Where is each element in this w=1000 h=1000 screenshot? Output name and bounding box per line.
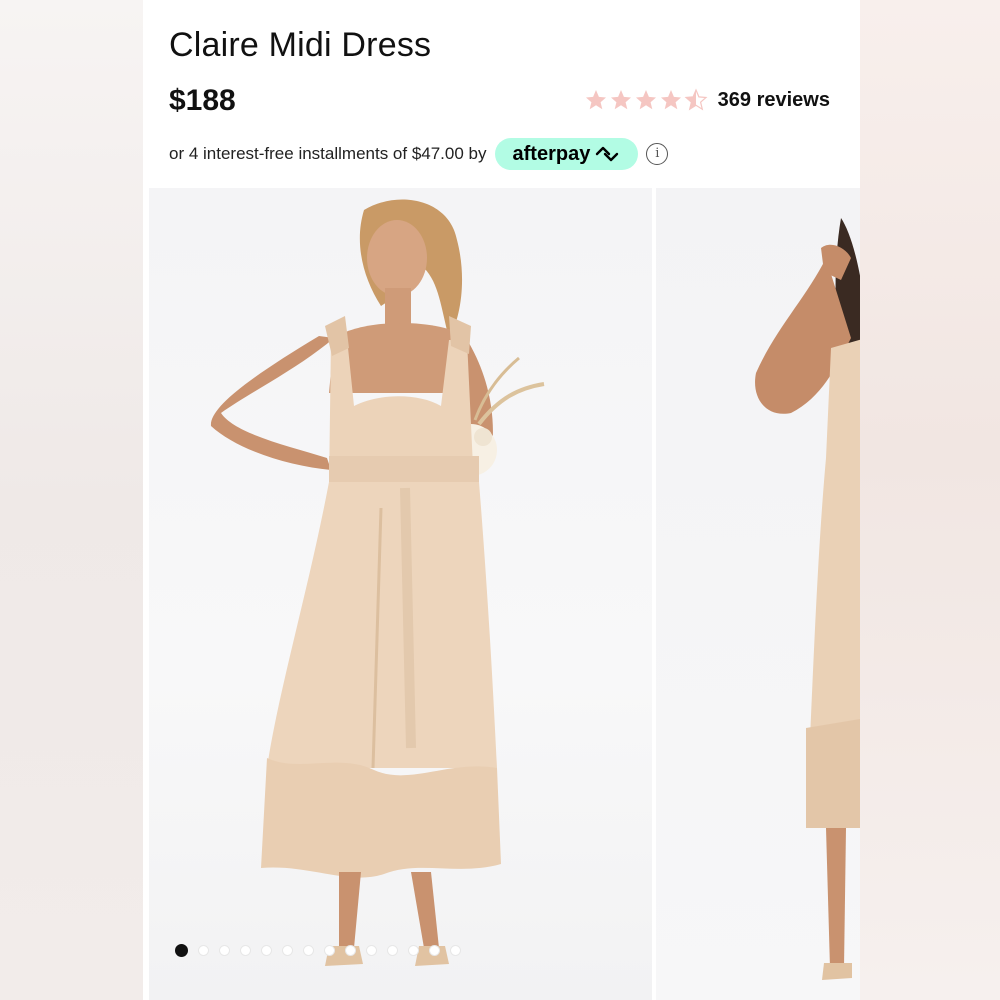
half-star-icon xyxy=(684,88,708,111)
blurred-background-right xyxy=(860,0,1000,1000)
product-photo-side[interactable] xyxy=(656,188,860,1000)
rating-summary[interactable]: 369 reviews xyxy=(584,88,830,112)
carousel-dot[interactable] xyxy=(261,945,272,956)
star-icon xyxy=(660,90,681,110)
product-page: Claire Midi Dress $188 369 reviews or 4 … xyxy=(143,0,860,1000)
carousel-dot[interactable] xyxy=(175,944,188,957)
afterpay-message: or 4 interest-free installments of $47.0… xyxy=(169,138,669,170)
carousel-pagination xyxy=(175,944,461,957)
carousel-dot[interactable] xyxy=(240,945,251,956)
model-in-dress-illustration xyxy=(210,199,545,966)
carousel-dot[interactable] xyxy=(387,945,398,956)
model-side-view-illustration xyxy=(755,218,860,980)
afterpay-badge[interactable]: afterpay xyxy=(494,138,639,170)
product-photo-front[interactable] xyxy=(149,188,652,1000)
blurred-background-left xyxy=(0,0,143,1000)
installments-text: or 4 interest-free installments of $47.0… xyxy=(169,144,487,163)
product-price: $188 xyxy=(169,84,236,117)
carousel-dot[interactable] xyxy=(345,945,356,956)
star-icon xyxy=(610,90,631,110)
star-rating xyxy=(584,88,708,112)
carousel-dot[interactable] xyxy=(366,945,377,956)
reviews-link[interactable]: 369 reviews xyxy=(718,89,830,112)
carousel-dot[interactable] xyxy=(219,945,230,956)
carousel-dot[interactable] xyxy=(408,945,419,956)
afterpay-loop-icon xyxy=(596,146,619,162)
star-icon xyxy=(585,90,606,110)
carousel-dot[interactable] xyxy=(198,945,209,956)
product-image-carousel[interactable] xyxy=(143,188,860,1000)
carousel-dot[interactable] xyxy=(450,945,461,956)
star-icon xyxy=(635,90,656,110)
carousel-dot[interactable] xyxy=(324,945,335,956)
carousel-dot[interactable] xyxy=(282,945,293,956)
carousel-dot[interactable] xyxy=(429,945,440,956)
afterpay-logo-text: afterpay xyxy=(512,142,591,165)
info-icon[interactable]: i xyxy=(646,143,669,165)
product-title: Claire Midi Dress xyxy=(169,26,432,64)
carousel-dot[interactable] xyxy=(303,945,314,956)
